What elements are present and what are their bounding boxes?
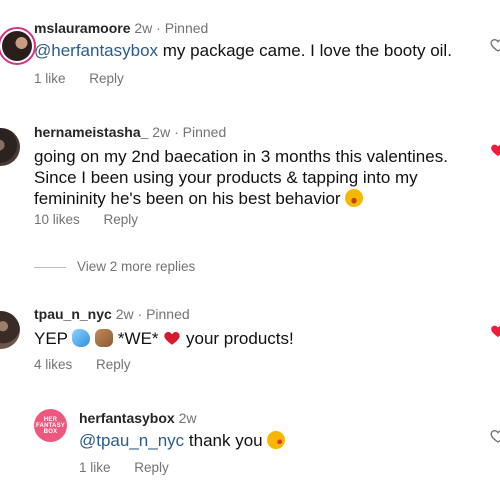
avatar[interactable] [0,311,20,349]
comment-actions: 1 like Reply [34,71,124,86]
pinned-label: Pinned [182,124,227,140]
sweat-droplets-emoji [72,329,91,347]
comment-text: YEP *WE* your products! [34,329,294,348]
comment-meta: hernameistasha_ 2w · Pinned [34,124,227,140]
pinned-label: Pinned [146,306,190,322]
username[interactable]: tpau_n_nyc [34,306,112,322]
reply-button[interactable]: Reply [104,212,139,227]
avatar[interactable] [0,27,36,65]
reply-text: @tpau_n_nyc thank you [79,430,479,451]
timestamp: 2w [152,124,171,140]
username[interactable]: hernameistasha_ [34,124,148,140]
mention-link[interactable]: @tpau_n_nyc [79,431,184,450]
replies-divider [34,267,66,268]
brand-logo-text: BOX [43,428,58,435]
heart-filled-icon[interactable] [490,142,500,158]
heart-icon[interactable] [490,37,500,53]
comment-text: going on my 2nd baecation in 3 months th… [34,147,448,208]
reply-actions: 1 like Reply [79,460,169,475]
username[interactable]: mslauramoore [34,20,130,36]
comment-actions: 10 likes Reply [34,212,138,227]
avatar[interactable] [0,128,20,166]
reply-meta: herfantasybox 2w [79,410,197,426]
comment-meta: mslauramoore 2w · Pinned [34,20,209,36]
mention-link[interactable]: @herfantasybox [34,41,158,60]
comment-actions: 4 likes Reply [34,357,131,372]
timestamp: 2w [134,20,153,36]
timestamp: 2w [115,306,134,322]
red-heart-emoji [164,332,180,345]
heart-filled-icon[interactable] [490,323,500,339]
reply-button[interactable]: Reply [96,357,131,372]
view-more-replies-button[interactable]: View 2 more replies [77,259,195,274]
comment-meta: tpau_n_nyc 2w · Pinned [34,306,190,322]
likes-count[interactable]: 4 likes [34,357,72,372]
reply-button[interactable]: Reply [134,460,169,475]
laughing-emoji [345,189,364,207]
pinned-label: Pinned [164,20,209,36]
username[interactable]: herfantasybox [79,410,175,426]
likes-count[interactable]: 10 likes [34,212,80,227]
avatar[interactable]: HER FANTASY BOX [34,409,67,442]
clapping-hands-emoji [95,329,114,347]
likes-count[interactable]: 1 like [79,460,111,475]
likes-count[interactable]: 1 like [34,71,66,86]
kiss-emoji [267,431,286,449]
comment-text: @herfantasybox my package came. I love t… [34,41,452,60]
reply-button[interactable]: Reply [89,71,124,86]
heart-icon[interactable] [490,428,500,444]
timestamp: 2w [178,410,197,426]
